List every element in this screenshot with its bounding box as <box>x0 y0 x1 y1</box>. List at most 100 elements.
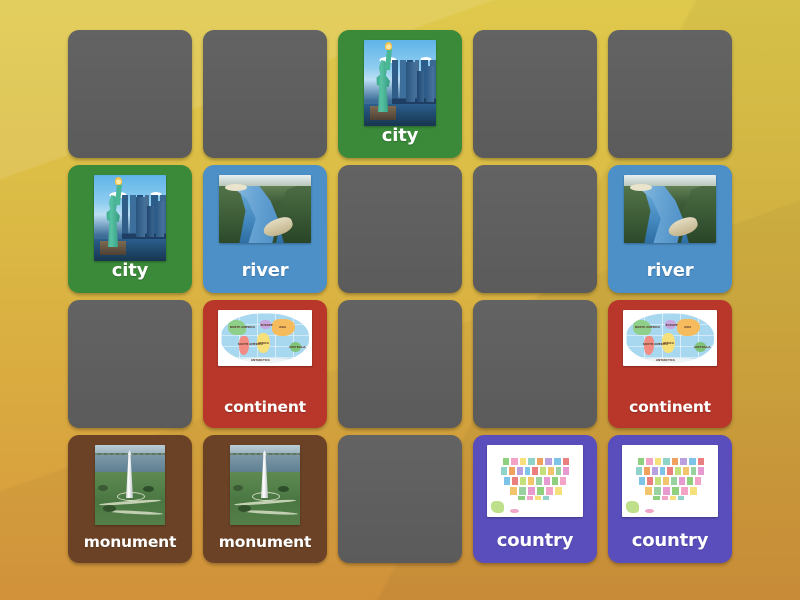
card-label: city <box>381 125 419 146</box>
usa-alaska <box>490 501 505 513</box>
usa-state-block <box>515 466 524 477</box>
usa-state-block <box>535 456 545 467</box>
usa-map-image <box>622 445 718 517</box>
card-monument[interactable]: monument <box>68 435 192 563</box>
usa-state-block <box>654 476 663 486</box>
usa-state-block <box>653 456 663 467</box>
usa-state-block <box>508 466 516 477</box>
map-label-australia: AUSTRALIA <box>288 345 306 349</box>
usa-state-block <box>527 456 536 467</box>
usa-state-block <box>561 456 571 467</box>
usa-state-block <box>553 485 563 496</box>
card-river[interactable]: river <box>203 165 327 293</box>
usa-state-block <box>539 466 547 477</box>
map-label-antarctica: ANTARCTICA <box>250 358 270 362</box>
usa-contiguous-states <box>635 456 706 502</box>
usa-state-block <box>662 456 671 467</box>
usa-alaska <box>625 501 640 513</box>
usa-state-block <box>697 466 706 477</box>
usa-hawaii <box>645 509 654 514</box>
usa-state-block <box>652 494 661 502</box>
usa-state-block <box>503 476 512 486</box>
usa-state-block <box>511 476 520 486</box>
usa-state-block <box>662 476 671 486</box>
usa-state-block <box>535 476 544 486</box>
usa-state-block <box>636 456 646 467</box>
card-label: city <box>111 260 149 281</box>
map-label-asia: ASIA <box>279 325 287 329</box>
card-label: monument <box>83 532 177 551</box>
usa-state-block <box>679 456 688 467</box>
usa-state-block <box>510 456 519 467</box>
city-skyline-image <box>94 175 166 261</box>
matching-pairs-board: city city river river NORTH AMERICA SOUTH AME… <box>68 30 734 572</box>
usa-map-image <box>487 445 583 517</box>
map-label-north-america: NORTH AMERICA <box>229 325 256 329</box>
usa-state-block <box>638 476 647 486</box>
map-label-africa: AFRICA <box>257 341 269 345</box>
usa-state-block <box>650 466 659 477</box>
card-label: country <box>496 530 574 551</box>
usa-state-block <box>646 476 655 486</box>
usa-state-block <box>681 466 690 477</box>
hidden-card[interactable] <box>473 300 597 428</box>
usa-state-block <box>546 466 555 477</box>
usa-state-block <box>696 456 706 467</box>
map-label-antarctica: ANTARCTICA <box>655 358 675 362</box>
map-label-asia: ASIA <box>684 325 692 329</box>
usa-state-block <box>688 485 698 496</box>
card-monument[interactable]: monument <box>203 435 327 563</box>
card-country[interactable]: country <box>608 435 732 563</box>
usa-state-block <box>645 456 654 467</box>
usa-state-block <box>551 476 560 486</box>
usa-state-block <box>501 456 511 467</box>
card-city[interactable]: city <box>68 165 192 293</box>
usa-state-block <box>553 456 562 467</box>
hidden-card[interactable] <box>608 30 732 158</box>
usa-state-block <box>523 466 532 477</box>
usa-state-block <box>666 466 675 477</box>
usa-state-block <box>660 494 669 502</box>
map-label-europe: EUROPE <box>665 322 678 327</box>
card-city[interactable]: city <box>338 30 462 158</box>
hidden-card[interactable] <box>203 30 327 158</box>
hidden-card[interactable] <box>68 300 192 428</box>
hidden-card[interactable] <box>473 30 597 158</box>
card-continent[interactable]: NORTH AMERICA SOUTH AMERICA EUROPE AFRICA AS… <box>203 300 327 428</box>
usa-state-block <box>518 456 528 467</box>
usa-state-block <box>694 476 703 486</box>
usa-state-block <box>525 494 534 502</box>
usa-state-block <box>688 456 697 467</box>
card-label: river <box>646 260 694 281</box>
washington-monument-image <box>230 445 300 525</box>
usa-state-block <box>643 466 651 477</box>
map-label-north-america: NORTH AMERICA <box>634 325 661 329</box>
card-label: river <box>241 260 289 281</box>
usa-state-block <box>668 494 677 502</box>
usa-contiguous-states <box>500 456 571 502</box>
usa-state-block <box>554 466 563 477</box>
usa-state-block <box>676 494 686 502</box>
world-map-image: NORTH AMERICA SOUTH AMERICA EUROPE AFRICA AS… <box>623 310 717 366</box>
usa-state-block <box>686 476 695 486</box>
card-label: monument <box>218 532 312 551</box>
map-label-africa: AFRICA <box>662 341 674 345</box>
hidden-card[interactable] <box>68 30 192 158</box>
usa-state-block <box>658 466 667 477</box>
usa-state-block <box>635 466 644 477</box>
hidden-card[interactable] <box>338 165 462 293</box>
card-river[interactable]: river <box>608 165 732 293</box>
card-label: continent <box>224 397 306 416</box>
usa-state-block <box>533 494 542 502</box>
hidden-card[interactable] <box>473 165 597 293</box>
usa-state-block <box>519 476 528 486</box>
usa-state-block <box>670 456 680 467</box>
card-continent[interactable]: NORTH AMERICA SOUTH AMERICA EUROPE AFRICA AS… <box>608 300 732 428</box>
usa-state-block <box>500 466 509 477</box>
map-label-europe: EUROPE <box>260 322 273 327</box>
hidden-card[interactable] <box>338 435 462 563</box>
hidden-card[interactable] <box>338 300 462 428</box>
card-country[interactable]: country <box>473 435 597 563</box>
usa-state-block <box>527 476 536 486</box>
usa-state-block <box>674 466 682 477</box>
